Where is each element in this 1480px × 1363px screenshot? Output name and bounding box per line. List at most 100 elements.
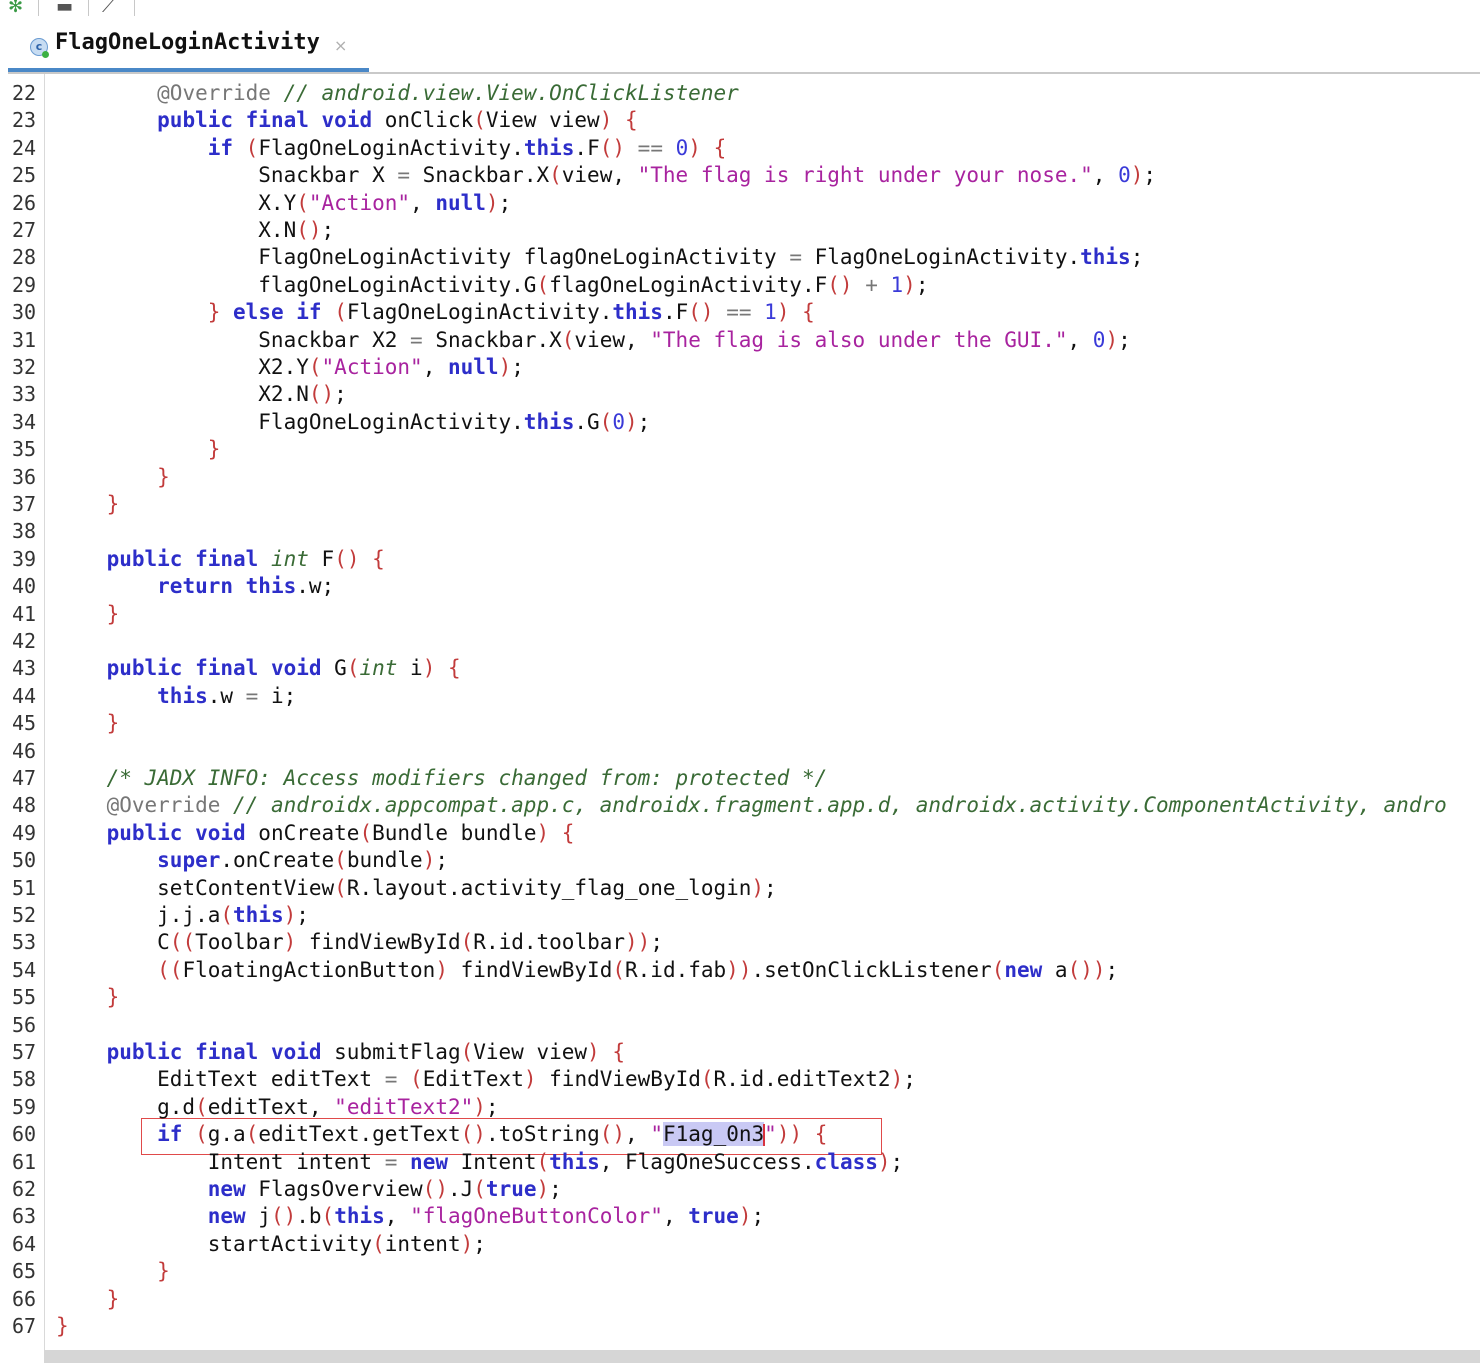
code-line[interactable]: 52 j.j.a(this);: [8, 902, 1480, 929]
code-line[interactable]: 33 X2.N();: [8, 381, 1480, 408]
code-line[interactable]: 28 FlagOneLoginActivity flagOneLoginActi…: [8, 244, 1480, 271]
code-text[interactable]: flagOneLoginActivity.G(flagOneLoginActiv…: [56, 272, 928, 299]
code-text[interactable]: ((FloatingActionButton) findViewById(R.i…: [56, 957, 1118, 984]
code-token: i;: [258, 683, 297, 708]
code-line[interactable]: 54 ((FloatingActionButton) findViewById(…: [8, 957, 1480, 984]
code-line[interactable]: 49 public void onCreate(Bundle bundle) {: [8, 820, 1480, 847]
code-token: .setOnClickListener: [751, 957, 992, 982]
code-text[interactable]: return this.w;: [56, 573, 334, 600]
code-line[interactable]: 22 @Override // android.view.View.OnClic…: [8, 80, 1480, 107]
code-token: ): [1105, 327, 1119, 352]
code-text[interactable]: new j().b(this, "flagOneButtonColor", tr…: [56, 1203, 764, 1230]
code-text[interactable]: }: [56, 464, 170, 491]
code-text[interactable]: }: [56, 1258, 170, 1285]
code-line[interactable]: 24 if (FlagOneLoginActivity.this.F() == …: [8, 135, 1480, 162]
code-text[interactable]: j.j.a(this);: [56, 902, 309, 929]
code-text[interactable]: X.Y("Action", null);: [56, 190, 511, 217]
code-line[interactable]: 41 }: [8, 601, 1480, 628]
code-line[interactable]: 37 }: [8, 491, 1480, 518]
tab-flagoneloginactivity[interactable]: c FlagOneLoginActivity ×: [14, 22, 369, 72]
code-line[interactable]: 63 new j().b(this, "flagOneButtonColor",…: [8, 1203, 1480, 1230]
wrench-icon[interactable]: ⟋: [102, 0, 115, 16]
code-text[interactable]: public final void G(int i) {: [56, 655, 461, 682]
code-text[interactable]: public final void submitFlag(View view) …: [56, 1039, 625, 1066]
code-line[interactable]: 25 Snackbar X = Snackbar.X(view, "The fl…: [8, 162, 1480, 189]
code-line[interactable]: 53 C((Toolbar) findViewById(R.id.toolbar…: [8, 929, 1480, 956]
code-line[interactable]: 48 @Override // androidx.appcompat.app.c…: [8, 792, 1480, 819]
code-line[interactable]: 56: [8, 1012, 1480, 1039]
code-text[interactable]: }: [56, 1286, 120, 1313]
code-text[interactable]: if (FlagOneLoginActivity.this.F() == 0) …: [56, 135, 727, 162]
code-text[interactable]: g.d(editText, "editText2");: [56, 1094, 498, 1121]
code-line[interactable]: 43 public final void G(int i) {: [8, 655, 1480, 682]
code-text[interactable]: if (g.a(editText.getText().toString(), "…: [56, 1121, 827, 1148]
code-text[interactable]: Intent intent = new Intent(this, FlagOne…: [56, 1149, 904, 1176]
code-line[interactable]: 44 this.w = i;: [8, 683, 1480, 710]
code-line[interactable]: 30 } else if (FlagOneLoginActivity.this.…: [8, 299, 1480, 326]
code-line[interactable]: 42: [8, 628, 1480, 655]
code-line[interactable]: 26 X.Y("Action", null);: [8, 190, 1480, 217]
code-text[interactable]: }: [56, 710, 120, 737]
close-icon[interactable]: ×: [334, 36, 347, 55]
code-line[interactable]: 51 setContentView(R.layout.activity_flag…: [8, 875, 1480, 902]
code-line[interactable]: 50 super.onCreate(bundle);: [8, 847, 1480, 874]
code-line[interactable]: 61 Intent intent = new Intent(this, Flag…: [8, 1149, 1480, 1176]
code-text[interactable]: @Override // android.view.View.OnClickLi…: [56, 80, 739, 107]
code-text[interactable]: super.onCreate(bundle);: [56, 847, 448, 874]
code-text[interactable]: public final int F() {: [56, 546, 385, 573]
code-line[interactable]: 35 }: [8, 436, 1480, 463]
code-text[interactable]: this.w = i;: [56, 683, 296, 710]
horizontal-scrollbar[interactable]: [44, 1350, 1480, 1363]
code-text[interactable]: startActivity(intent);: [56, 1231, 486, 1258]
code-text[interactable]: }: [56, 491, 120, 518]
code-text[interactable]: EditText editText = (EditText) findViewB…: [56, 1066, 916, 1093]
code-line[interactable]: 39 public final int F() {: [8, 546, 1480, 573]
code-line[interactable]: 67}: [8, 1313, 1480, 1340]
code-token: {: [448, 656, 461, 681]
code-text[interactable]: Snackbar X = Snackbar.X(view, "The flag …: [56, 162, 1156, 189]
code-line[interactable]: 27 X.N();: [8, 217, 1480, 244]
code-line[interactable]: 55 }: [8, 984, 1480, 1011]
code-text[interactable]: Snackbar X2 = Snackbar.X(view, "The flag…: [56, 327, 1130, 354]
gear-icon[interactable]: ✻: [8, 0, 23, 16]
code-text[interactable]: }: [56, 984, 120, 1011]
code-line[interactable]: 65 }: [8, 1258, 1480, 1285]
code-line[interactable]: 62 new FlagsOverview().J(true);: [8, 1176, 1480, 1203]
code-line[interactable]: 34 FlagOneLoginActivity.this.G(0);: [8, 409, 1480, 436]
code-text[interactable]: /* JADX INFO: Access modifiers changed f…: [56, 765, 828, 792]
code-token: FlagOneLoginActivity flagOneLoginActivit…: [56, 245, 790, 270]
code-text[interactable]: C((Toolbar) findViewById(R.id.toolbar));: [56, 929, 663, 956]
code-line[interactable]: 23 public final void onClick(View view) …: [8, 107, 1480, 134]
code-text[interactable]: new FlagsOverview().J(true);: [56, 1176, 562, 1203]
code-line[interactable]: 38: [8, 518, 1480, 545]
code-line[interactable]: 64 startActivity(intent);: [8, 1231, 1480, 1258]
code-line[interactable]: 46: [8, 738, 1480, 765]
code-line[interactable]: 58 EditText editText = (EditText) findVi…: [8, 1066, 1480, 1093]
code-line[interactable]: 45 }: [8, 710, 1480, 737]
code-line[interactable]: 29 flagOneLoginActivity.G(flagOneLoginAc…: [8, 272, 1480, 299]
code-line[interactable]: 57 public final void submitFlag(View vie…: [8, 1039, 1480, 1066]
code-text[interactable]: FlagOneLoginActivity flagOneLoginActivit…: [56, 244, 1143, 271]
code-line[interactable]: 60 if (g.a(editText.getText().toString()…: [8, 1121, 1480, 1148]
code-line[interactable]: 47 /* JADX INFO: Access modifiers change…: [8, 765, 1480, 792]
code-text[interactable]: FlagOneLoginActivity.this.G(0);: [56, 409, 650, 436]
code-text[interactable]: setContentView(R.layout.activity_flag_on…: [56, 875, 777, 902]
code-line[interactable]: 59 g.d(editText, "editText2");: [8, 1094, 1480, 1121]
code-text[interactable]: }: [56, 601, 120, 628]
code-line[interactable]: 66 }: [8, 1286, 1480, 1313]
code-text[interactable]: X2.N();: [56, 381, 347, 408]
code-line[interactable]: 40 return this.w;: [8, 573, 1480, 600]
code-text[interactable]: public void onCreate(Bundle bundle) {: [56, 820, 575, 847]
code-text[interactable]: }: [56, 1313, 69, 1340]
code-text[interactable]: X.N();: [56, 217, 334, 244]
code-text[interactable]: } else if (FlagOneLoginActivity.this.F()…: [56, 299, 815, 326]
code-text[interactable]: @Override // androidx.appcompat.app.c, a…: [56, 792, 1447, 819]
code-editor[interactable]: ··· 22 @Override // android.view.View.On…: [8, 74, 1480, 1350]
code-line[interactable]: 36 }: [8, 464, 1480, 491]
save-icon[interactable]: ▬: [56, 0, 73, 16]
code-text[interactable]: X2.Y("Action", null);: [56, 354, 524, 381]
code-text[interactable]: }: [56, 436, 221, 463]
code-text[interactable]: public final void onClick(View view) {: [56, 107, 638, 134]
code-line[interactable]: 31 Snackbar X2 = Snackbar.X(view, "The f…: [8, 327, 1480, 354]
code-line[interactable]: 32 X2.Y("Action", null);: [8, 354, 1480, 381]
